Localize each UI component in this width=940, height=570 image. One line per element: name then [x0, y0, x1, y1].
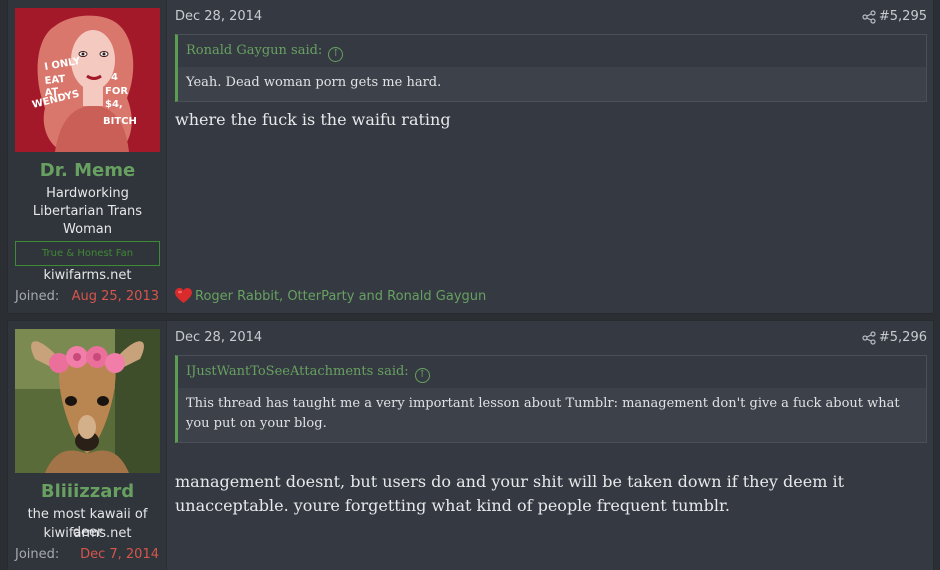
user-info: I ONLY EAT AT WENDYS 4 FOR $4, BITCH Dr.… — [8, 0, 167, 313]
post-number[interactable]: #5,295 — [879, 9, 927, 24]
post-number[interactable]: #5,296 — [879, 330, 927, 345]
post-date[interactable]: Dec 28, 2014 — [175, 330, 262, 345]
user-site: kiwifarms.net — [43, 526, 132, 541]
quote-author[interactable]: Ronald Gaygun said: — [186, 43, 322, 58]
share-icon[interactable] — [862, 10, 876, 24]
quote-author[interactable]: IJustWantToSeeAttachments said: — [186, 364, 409, 379]
username[interactable]: Bliiizzard — [8, 481, 167, 502]
post-message: where the fuck is the waifu rating — [175, 110, 451, 129]
joined-label: Joined: — [15, 547, 60, 562]
joined-date: Dec 7, 2014 — [80, 547, 159, 562]
post-content: Dec 28, 2014 #5,295 Ronald Gaygun said: ↑… — [167, 0, 933, 313]
user-site: kiwifarms.net — [43, 268, 132, 283]
quote-text: This thread has taught me a very importa… — [178, 388, 926, 442]
post-date[interactable]: Dec 28, 2014 — [175, 9, 262, 24]
svg-text:BITCH: BITCH — [103, 116, 137, 127]
quote-block: Ronald Gaygun said: ↑ Yeah. Dead woman po… — [175, 34, 927, 102]
post-5295: I ONLY EAT AT WENDYS 4 FOR $4, BITCH Dr.… — [7, 0, 934, 314]
user-banner: True & Honest Fan — [15, 241, 160, 266]
svg-text:EAT: EAT — [44, 74, 66, 87]
quote-text: Yeah. Dead woman porn gets me hard. — [178, 67, 926, 101]
quote-header[interactable]: Ronald Gaygun said: ↑ — [178, 35, 926, 67]
heart-icon — [175, 288, 192, 303]
svg-text:4: 4 — [111, 72, 118, 83]
svg-text:$4,: $4, — [105, 99, 123, 110]
arrow-up-circle-icon[interactable]: ↑ — [328, 47, 344, 62]
joined-label: Joined: — [15, 289, 60, 304]
share-icon[interactable] — [862, 331, 876, 345]
username[interactable]: Dr. Meme — [8, 160, 167, 181]
post-5296: Bliiizzard the most kawaii of deer kiwif… — [7, 320, 934, 570]
avatar[interactable]: I ONLY EAT AT WENDYS 4 FOR $4, BITCH — [15, 8, 160, 152]
user-info: Bliiizzard the most kawaii of deer kiwif… — [8, 321, 167, 570]
avatar[interactable] — [15, 329, 160, 473]
post-content: Dec 28, 2014 #5,296 IJustWantToSeeAttach… — [167, 321, 933, 570]
post-message: management doesnt, but users do and your… — [175, 472, 845, 515]
svg-text:FOR: FOR — [105, 86, 128, 97]
quote-header[interactable]: IJustWantToSeeAttachments said: ↑ — [178, 356, 926, 388]
joined-date: Aug 25, 2013 — [71, 289, 159, 304]
arrow-up-circle-icon[interactable]: ↑ — [414, 368, 430, 383]
user-title: Hardworking Libertarian Trans Woman — [32, 186, 143, 237]
reactions-bar[interactable]: Roger Rabbit, OtterParty and Ronald Gayg… — [175, 288, 486, 304]
quote-block: IJustWantToSeeAttachments said: ↑ This th… — [175, 355, 927, 443]
reactions-users[interactable]: Roger Rabbit, OtterParty and Ronald Gayg… — [195, 289, 486, 304]
